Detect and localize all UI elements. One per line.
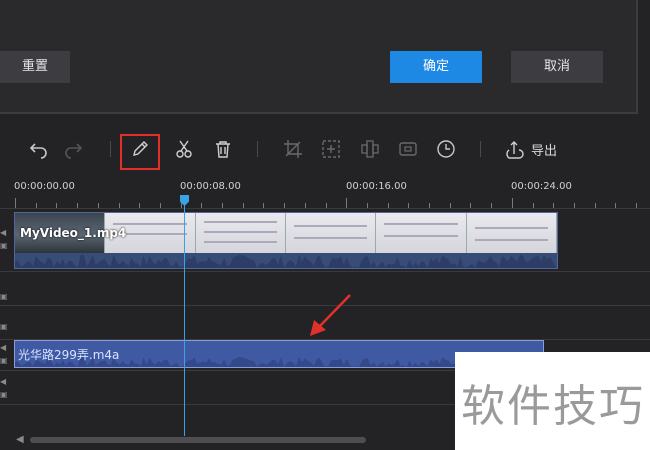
track-lock-icon[interactable]: ▣ xyxy=(0,322,12,332)
ruler-tick-label: 00:00:00.00 xyxy=(14,181,75,192)
red-arrow-annotation xyxy=(310,294,351,336)
ruler-tick xyxy=(97,203,99,208)
ruler-tick xyxy=(346,198,348,208)
time-ruler[interactable]: 00:00:00.00 00:00:08.00 00:00:16.00 00:0… xyxy=(0,178,650,209)
video-clip[interactable]: MyVideo_1.mp4 xyxy=(14,212,558,269)
cancel-button[interactable]: 取消 xyxy=(511,51,603,83)
playhead[interactable] xyxy=(184,196,185,436)
ruler-tick-label: 00:00:24.00 xyxy=(511,181,572,192)
ruler-tick xyxy=(325,203,327,208)
ruler-tick xyxy=(470,203,472,208)
export-button-label[interactable]: 导出 xyxy=(531,140,557,159)
toolbar-divider xyxy=(257,141,258,157)
video-thumbnail xyxy=(376,213,467,253)
watermark: 软件技巧 xyxy=(455,352,650,450)
ruler-tick xyxy=(139,203,141,208)
track-volume-icon[interactable]: ◀ xyxy=(0,228,12,238)
ruler-tick xyxy=(222,203,223,208)
duration-icon[interactable] xyxy=(432,135,460,163)
video-audio-waveform xyxy=(15,254,557,268)
ruler-tick xyxy=(15,198,16,208)
track-volume-icon[interactable]: ◀ xyxy=(0,343,12,353)
ruler-tick xyxy=(615,203,617,208)
freeze-frame-icon[interactable] xyxy=(394,135,422,163)
confirm-button[interactable]: 确定 xyxy=(390,51,482,83)
ruler-tick xyxy=(636,203,637,208)
video-thumbnail xyxy=(466,213,557,253)
zoom-icon[interactable] xyxy=(317,135,345,163)
ruler-tick xyxy=(491,203,493,208)
ruler-tick-label: 00:00:08.00 xyxy=(180,181,241,192)
trash-icon[interactable] xyxy=(209,135,237,163)
ruler-tick xyxy=(201,203,203,208)
scissors-icon[interactable] xyxy=(170,135,198,163)
ruler-tick xyxy=(77,203,79,208)
ruler-tick xyxy=(56,203,58,208)
crop-icon[interactable] xyxy=(279,135,307,163)
track-volume-icon[interactable]: ◀ xyxy=(0,377,12,387)
ruler-tick xyxy=(408,203,410,208)
ruler-tick xyxy=(594,203,596,208)
pencil-icon[interactable] xyxy=(126,135,154,163)
ruler-tick xyxy=(511,198,513,208)
ruler-tick xyxy=(573,203,575,208)
watermark-text: 软件技巧 xyxy=(461,381,645,432)
video-thumbnail xyxy=(285,213,377,253)
undo-icon[interactable] xyxy=(24,135,52,163)
mosaic-icon[interactable] xyxy=(356,135,384,163)
track-lock-icon[interactable]: ▣ xyxy=(0,241,12,251)
ruler-tick xyxy=(366,203,368,208)
audio-clip-name: 光华路299弄.m4a xyxy=(18,348,120,362)
export-icon[interactable] xyxy=(500,135,528,163)
reset-button[interactable]: 重置 xyxy=(0,51,70,83)
ruler-tick xyxy=(159,203,161,208)
ruler-tick xyxy=(242,203,244,208)
ruler-tick-label: 00:00:16.00 xyxy=(346,181,407,192)
ruler-tick xyxy=(118,203,120,208)
ruler-tick xyxy=(449,203,451,208)
track-lock-icon[interactable]: ▣ xyxy=(0,390,12,400)
timeline-scrollbar[interactable] xyxy=(30,437,366,443)
ruler-tick xyxy=(304,203,306,208)
track-lock-icon[interactable]: ▣ xyxy=(0,356,12,366)
ruler-tick xyxy=(387,203,389,208)
ruler-tick xyxy=(35,203,37,208)
settings-dialog: 重置 确定 取消 xyxy=(0,0,638,114)
video-thumbnail xyxy=(195,213,286,253)
ruler-tick xyxy=(284,203,286,208)
track-lock-icon[interactable]: ▣ xyxy=(0,292,12,302)
ruler-tick xyxy=(429,203,430,208)
redo-icon[interactable] xyxy=(60,135,88,163)
toolbar-divider xyxy=(480,141,481,157)
scroll-left-arrow[interactable]: ◀ xyxy=(16,434,24,445)
ruler-tick xyxy=(532,203,534,208)
video-clip-name: MyVideo_1.mp4 xyxy=(20,226,127,240)
timeline-toolbar: 导出 xyxy=(0,123,650,175)
ruler-tick xyxy=(553,203,555,208)
toolbar-divider xyxy=(110,141,111,157)
ruler-tick xyxy=(263,203,265,208)
